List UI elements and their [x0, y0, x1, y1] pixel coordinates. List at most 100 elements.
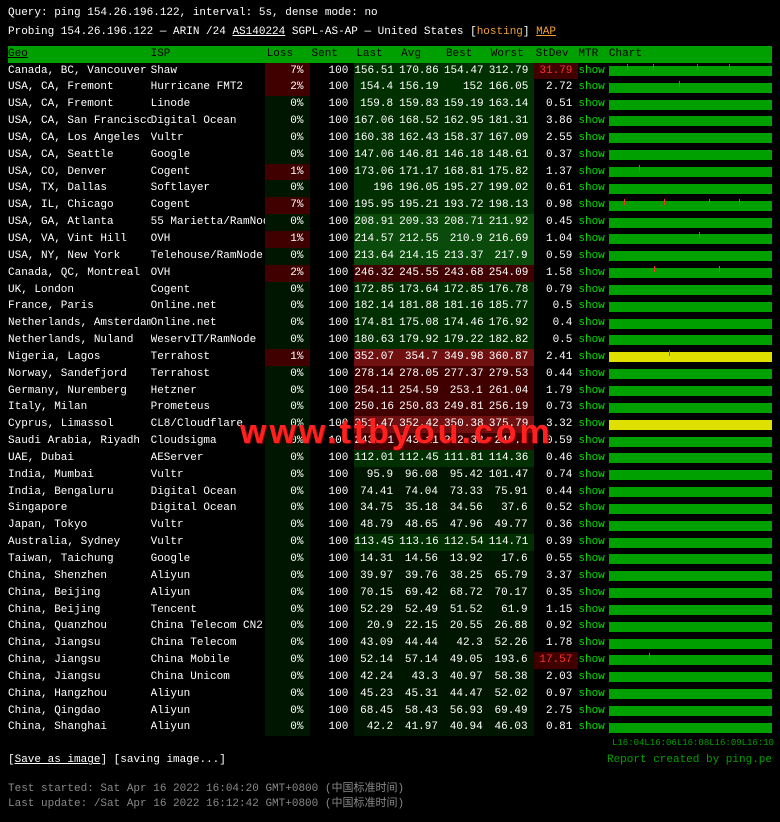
chart-cell [609, 96, 772, 113]
mtr-show[interactable]: show [578, 688, 604, 700]
mtr-show[interactable]: show [578, 519, 604, 531]
col-loss[interactable]: Loss [265, 46, 310, 63]
cell-geo: China, Shanghai [8, 719, 151, 736]
mtr-show[interactable]: show [578, 81, 604, 93]
mtr-show[interactable]: show [578, 267, 604, 279]
col-stdev[interactable]: StDev [534, 46, 579, 63]
mtr-show[interactable]: show [578, 401, 604, 413]
mtr-show[interactable]: show [578, 182, 604, 194]
mtr-show[interactable]: show [578, 452, 604, 464]
cell-avg: 179.92 [399, 332, 444, 349]
mtr-show[interactable]: show [578, 469, 604, 481]
cell-best: 44.47 [444, 686, 489, 703]
cell-isp: Shaw [151, 63, 265, 80]
mtr-show[interactable]: show [578, 671, 604, 683]
cell-geo: China, Beijing [8, 585, 151, 602]
mtr-show[interactable]: show [578, 435, 604, 447]
table-row: Australia, SydneyVultr0%100113.45113.161… [8, 534, 772, 551]
col-avg[interactable]: Avg [399, 46, 444, 63]
mtr-show[interactable]: show [578, 351, 604, 363]
cell-last: 52.14 [354, 652, 399, 669]
mtr-show[interactable]: show [578, 233, 604, 245]
col-sent[interactable]: Sent [310, 46, 355, 63]
mtr-show[interactable]: show [578, 486, 604, 498]
chart-cell [609, 517, 772, 534]
mtr-show[interactable]: show [578, 604, 604, 616]
mtr-show[interactable]: show [578, 418, 604, 430]
mtr-show[interactable]: show [578, 300, 604, 312]
cell-geo: USA, CA, Fremont [8, 96, 151, 113]
mtr-show[interactable]: show [578, 317, 604, 329]
mtr-show[interactable]: show [578, 536, 604, 548]
cell-loss: 0% [265, 450, 310, 467]
col-geo[interactable]: Geo [8, 46, 151, 63]
cell-sent: 100 [310, 366, 355, 383]
cell-avg: 243.11 [399, 433, 444, 450]
col-mtr[interactable]: MTR [578, 46, 609, 63]
mtr-show[interactable]: show [578, 334, 604, 346]
mtr-show[interactable]: show [578, 705, 604, 717]
col-chart[interactable]: Chart [609, 46, 772, 63]
mtr-show[interactable]: show [578, 570, 604, 582]
cell-worst: 75.91 [489, 484, 534, 501]
cell-sent: 100 [310, 450, 355, 467]
cell-best: 56.93 [444, 703, 489, 720]
mtr-show[interactable]: show [578, 502, 604, 514]
cell-best: 159.19 [444, 96, 489, 113]
cell-sent: 100 [310, 399, 355, 416]
table-row: Canada, QC, MontrealOVH2%100246.32245.55… [8, 265, 772, 282]
mtr-show[interactable]: show [578, 199, 604, 211]
chart-cell [609, 585, 772, 602]
cell-loss: 2% [265, 265, 310, 282]
mtr-show[interactable]: show [578, 132, 604, 144]
chart-cell [609, 500, 772, 517]
cell-isp: AEServer [151, 450, 265, 467]
cell-avg: 214.15 [399, 248, 444, 265]
mtr-show[interactable]: show [578, 368, 604, 380]
col-last[interactable]: Last [354, 46, 399, 63]
mtr-show[interactable]: show [578, 149, 604, 161]
map-link[interactable]: MAP [536, 26, 556, 38]
chart-cell [609, 298, 772, 315]
mtr-show[interactable]: show [578, 166, 604, 178]
mtr-show[interactable]: show [578, 637, 604, 649]
mtr-show[interactable]: show [578, 284, 604, 296]
mtr-show[interactable]: show [578, 553, 604, 565]
table-row: Nigeria, LagosTerrahost1%100352.07354.73… [8, 349, 772, 366]
chart-cell [609, 450, 772, 467]
cell-stdev: 0.79 [534, 282, 579, 299]
cell-worst: 176.92 [489, 315, 534, 332]
mtr-show[interactable]: show [578, 98, 604, 110]
col-isp[interactable]: ISP [151, 46, 265, 63]
save-as-image[interactable]: Save as image [15, 754, 101, 766]
cell-best: 172.85 [444, 282, 489, 299]
cell-isp: Terrahost [151, 349, 265, 366]
table-row: China, JiangsuChina Unicom0%10042.2443.3… [8, 669, 772, 686]
cell-stdev: 3.37 [534, 568, 579, 585]
cell-geo: India, Mumbai [8, 467, 151, 484]
cell-last: 113.45 [354, 534, 399, 551]
mtr-show[interactable]: show [578, 250, 604, 262]
cell-stdev: 0.81 [534, 719, 579, 736]
cell-loss: 0% [265, 686, 310, 703]
cell-last: 213.64 [354, 248, 399, 265]
mtr-show[interactable]: show [578, 65, 604, 77]
cell-isp: Cogent [151, 282, 265, 299]
col-best[interactable]: Best [444, 46, 489, 63]
asnum[interactable]: AS140224 [232, 26, 285, 38]
cell-loss: 0% [265, 366, 310, 383]
table-row: UK, LondonCogent0%100172.85173.64172.851… [8, 282, 772, 299]
chart-cell [609, 315, 772, 332]
mtr-show[interactable]: show [578, 216, 604, 228]
mtr-show[interactable]: show [578, 721, 604, 733]
mtr-show[interactable]: show [578, 385, 604, 397]
cell-isp: Cogent [151, 197, 265, 214]
mtr-show[interactable]: show [578, 115, 604, 127]
cell-best: 40.97 [444, 669, 489, 686]
col-worst[interactable]: Worst [489, 46, 534, 63]
mtr-show[interactable]: show [578, 587, 604, 599]
cell-geo: China, Qingdao [8, 703, 151, 720]
mtr-show[interactable]: show [578, 654, 604, 666]
mtr-show[interactable]: show [578, 620, 604, 632]
cell-geo: Saudi Arabia, Riyadh [8, 433, 151, 450]
